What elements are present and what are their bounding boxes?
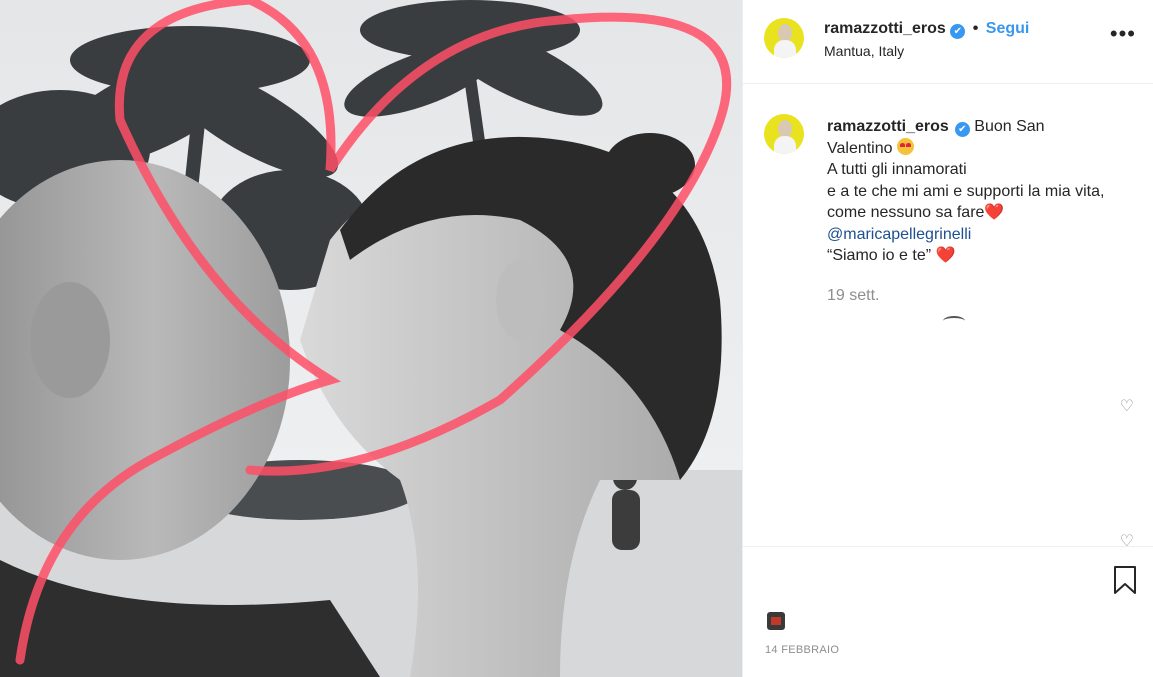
verified-badge-icon: ✔ bbox=[950, 24, 966, 39]
mention-link[interactable]: @maricapellegrinelli bbox=[827, 224, 1137, 246]
caption: ramazzotti_eros ✔ Buon San Valentino A tu… bbox=[827, 116, 1137, 267]
liker-avatar[interactable] bbox=[765, 612, 787, 630]
caption-line-7: “Siamo io e te” bbox=[827, 247, 932, 264]
caption-username-link[interactable]: ramazzotti_eros bbox=[827, 118, 949, 135]
comments-section[interactable]: ramazzotti_eros ✔ Buon San Valentino A tu… bbox=[743, 84, 1153, 546]
loading-spinner-icon bbox=[943, 316, 965, 326]
verified-badge-icon: ✔ bbox=[954, 122, 970, 137]
username-link[interactable]: ramazzotti_eros bbox=[824, 20, 946, 37]
avatar[interactable] bbox=[764, 114, 804, 154]
header-line: ramazzotti_eros ✔ • Segui bbox=[824, 20, 1029, 39]
more-options-icon[interactable]: ••• bbox=[1110, 23, 1136, 45]
kiss-photo-illustration bbox=[0, 0, 742, 677]
post-date[interactable]: 14 FEBBRAIO bbox=[765, 644, 839, 656]
follow-button[interactable]: Segui bbox=[986, 20, 1030, 37]
red-heart-emoji-icon: ❤️ bbox=[984, 204, 1005, 221]
heart-icon[interactable]: ♡ bbox=[1120, 396, 1134, 416]
heart-eyes-emoji-icon bbox=[896, 137, 914, 155]
caption-line-4: e a te che mi ami e supporti la mia vita… bbox=[827, 182, 1105, 200]
caption-line-3: A tutti gli innamorati bbox=[827, 161, 967, 178]
heart-icon[interactable]: ♡ bbox=[1120, 531, 1134, 546]
actions-bar bbox=[743, 546, 1153, 606]
location-link[interactable]: Mantua, Italy bbox=[824, 43, 904, 59]
caption-line-1: Buon San bbox=[974, 118, 1045, 135]
bookmark-icon[interactable] bbox=[1113, 565, 1137, 595]
separator-dot: • bbox=[972, 20, 979, 37]
caption-timestamp[interactable]: 19 sett. bbox=[827, 287, 879, 305]
caption-line-2: Valentino bbox=[827, 139, 893, 157]
post-side-panel: ramazzotti_eros ✔ • Segui Mantua, Italy … bbox=[742, 0, 1153, 677]
post-header: ramazzotti_eros ✔ • Segui Mantua, Italy … bbox=[743, 0, 1153, 84]
red-heart-emoji-icon: ❤️ bbox=[935, 247, 956, 264]
caption-line-5: come nessuno sa fare bbox=[827, 204, 985, 221]
post-photo[interactable] bbox=[0, 0, 742, 677]
avatar[interactable] bbox=[764, 18, 804, 58]
